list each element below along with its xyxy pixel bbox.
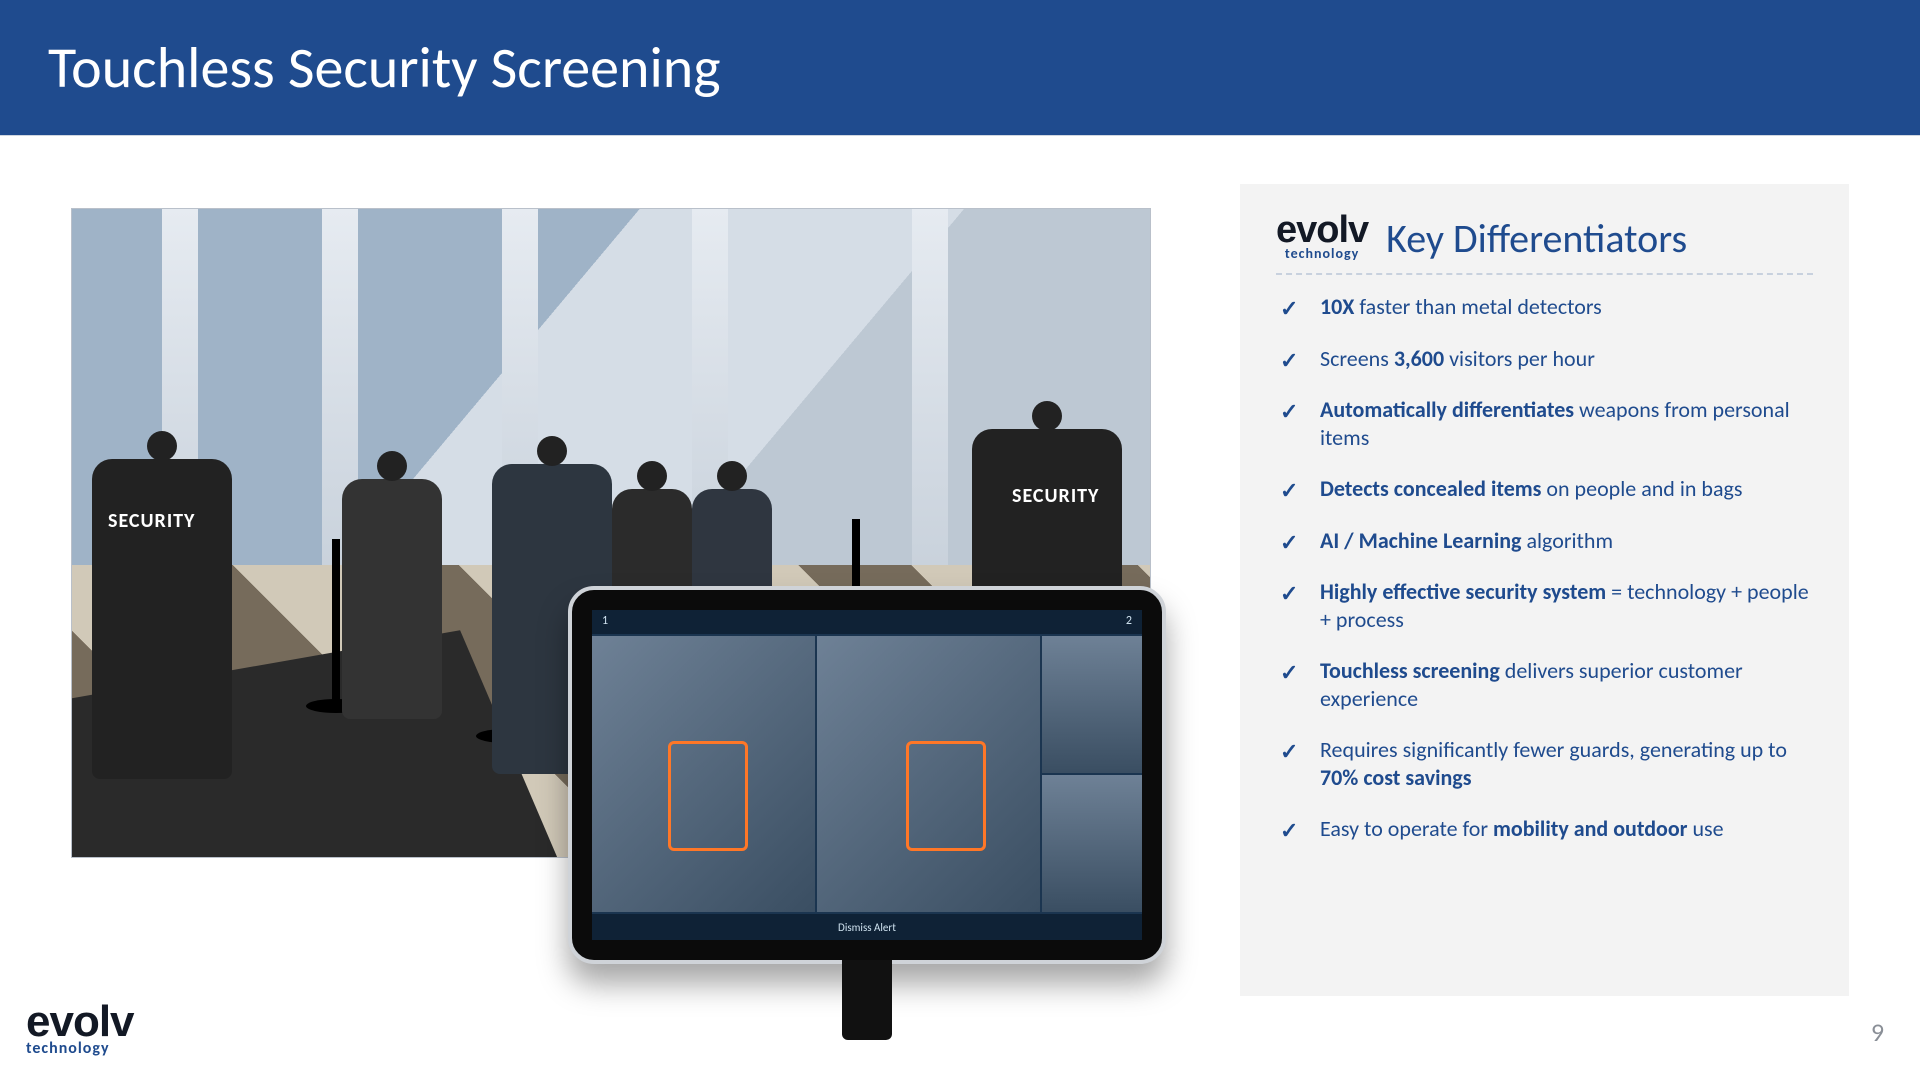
list-item: Automatically differentiates weapons fro… bbox=[1276, 396, 1813, 451]
differentiators-list: 10X faster than metal detectors Screens … bbox=[1276, 293, 1813, 843]
slide-body: SECURITY SECURITY 1 2 Dismi bbox=[0, 136, 1920, 1080]
evolv-logo-tagline: technology bbox=[1285, 245, 1359, 262]
evolv-logo-word: evolv bbox=[1276, 215, 1368, 245]
tablet-stand bbox=[842, 960, 892, 1040]
footer-logo-tagline: technology bbox=[26, 1039, 134, 1058]
security-guard-left-label: SECURITY bbox=[108, 509, 195, 533]
tablet-thumb bbox=[1042, 636, 1142, 773]
tablet-lane-2: 2 bbox=[1126, 614, 1132, 630]
list-item: Detects concealed items on people and in… bbox=[1276, 475, 1813, 503]
list-item: Touchless screening delivers superior cu… bbox=[1276, 657, 1813, 712]
plain-text: visitors per hour bbox=[1444, 345, 1595, 372]
list-item: Highly effective security system = techn… bbox=[1276, 578, 1813, 633]
tablet-thumb bbox=[1042, 775, 1142, 912]
panel-header: evolv technology Key Differentiators bbox=[1276, 214, 1813, 263]
list-item: Screens 3,600 visitors per hour bbox=[1276, 345, 1813, 373]
evolv-logo: evolv technology bbox=[1276, 215, 1368, 262]
detection-box-icon bbox=[668, 741, 748, 851]
bold-text: mobility and outdoor bbox=[1493, 815, 1688, 842]
bold-text: 3,600 bbox=[1394, 345, 1444, 372]
bold-text: AI / Machine Learning bbox=[1320, 527, 1521, 554]
title-bar: Touchless Security Screening bbox=[0, 0, 1920, 136]
tablet-header: 1 2 bbox=[592, 610, 1142, 634]
list-item: Easy to operate for mobility and outdoor… bbox=[1276, 815, 1813, 843]
slide-title: Touchless Security Screening bbox=[48, 32, 721, 103]
plain-text: Easy to operate for bbox=[1320, 815, 1493, 842]
stanchion bbox=[332, 539, 340, 709]
footer-logo-word: evolv bbox=[26, 1004, 134, 1039]
bold-text: Touchless screening bbox=[1320, 657, 1500, 684]
tablet-screen: 1 2 Dismiss Alert bbox=[592, 610, 1142, 940]
visitor bbox=[342, 479, 442, 719]
panel-divider bbox=[1276, 273, 1813, 275]
list-item: 10X faster than metal detectors bbox=[1276, 293, 1813, 321]
plain-text: on people and in bags bbox=[1541, 475, 1742, 502]
bold-text: 70% cost savings bbox=[1320, 764, 1472, 791]
detection-box-icon bbox=[906, 741, 986, 851]
tablet-feed-left bbox=[592, 636, 815, 912]
security-guard-left bbox=[92, 459, 232, 779]
panel-title: Key Differentiators bbox=[1386, 214, 1687, 263]
tablet-footer: Dismiss Alert bbox=[592, 914, 1142, 940]
plain-text: Screens bbox=[1320, 345, 1394, 372]
plain-text: algorithm bbox=[1521, 527, 1613, 554]
bold-text: Highly effective security system bbox=[1320, 578, 1606, 605]
list-item: Requires significantly fewer guards, gen… bbox=[1276, 736, 1813, 791]
pillar bbox=[912, 209, 948, 565]
tablet-feed-right bbox=[817, 636, 1040, 912]
tablet-lane-1: 1 bbox=[602, 614, 608, 630]
page-number: 9 bbox=[1871, 1016, 1884, 1048]
plain-text: use bbox=[1688, 815, 1724, 842]
monitor-tablet: 1 2 Dismiss Alert bbox=[568, 586, 1166, 964]
security-guard-right-label: SECURITY bbox=[1012, 484, 1099, 508]
differentiators-panel: evolv technology Key Differentiators 10X… bbox=[1240, 184, 1849, 996]
bold-text: Detects concealed items bbox=[1320, 475, 1541, 502]
bold-text: 10X bbox=[1320, 293, 1354, 320]
plain-text: faster than metal detectors bbox=[1354, 293, 1601, 320]
footer-logo: evolv technology bbox=[26, 1004, 134, 1058]
bold-text: Automatically differentiates bbox=[1320, 396, 1574, 423]
plain-text: Requires significantly fewer guards, gen… bbox=[1320, 736, 1787, 763]
list-item: AI / Machine Learning algorithm bbox=[1276, 527, 1813, 555]
